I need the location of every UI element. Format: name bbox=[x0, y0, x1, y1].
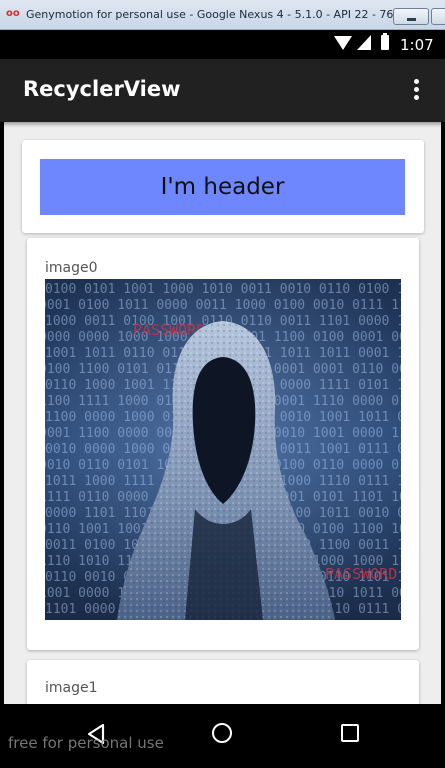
watermark-text: free for personal use bbox=[8, 734, 164, 752]
window-title-bar[interactable]: oo Genymotion for personal use - Google … bbox=[0, 0, 445, 30]
signal-icon bbox=[357, 35, 371, 50]
status-bar bbox=[0, 30, 445, 59]
svg-text:0001 0100 1011 0000 0011 1000: 0001 0100 1011 0000 0011 1000 0100 0010 … bbox=[45, 298, 401, 313]
app-bar: RecyclerView bbox=[0, 59, 445, 122]
header-card: I'm header bbox=[22, 140, 424, 233]
image-label: image1 bbox=[45, 680, 98, 696]
battery-icon bbox=[381, 33, 389, 50]
svg-text:0100 0101 1001 1000 1010 0011: 0100 0101 1001 1000 1010 0011 0010 0110 … bbox=[45, 282, 401, 297]
header-text: I'm header bbox=[160, 174, 285, 200]
hacker-image: 0100 0101 1001 1000 1010 0011 0010 0110 … bbox=[45, 279, 401, 620]
maximize-button[interactable] bbox=[431, 8, 445, 25]
password-word-bottom: PASSWORD bbox=[325, 565, 397, 583]
overflow-menu-button[interactable] bbox=[405, 76, 429, 104]
image-label: image0 bbox=[45, 260, 98, 276]
app-title: RecyclerView bbox=[23, 77, 181, 101]
status-time: 1:07 bbox=[400, 36, 434, 54]
header-banner: I'm header bbox=[40, 159, 405, 215]
recycler-view[interactable]: I'm header image0 0100 0101 1001 1000 10… bbox=[4, 122, 441, 704]
home-icon[interactable] bbox=[212, 723, 232, 743]
list-item[interactable]: image1 bbox=[27, 660, 419, 704]
recents-icon[interactable] bbox=[341, 724, 359, 742]
minimize-icon bbox=[407, 18, 416, 21]
window-title: Genymotion for personal use - Google Nex… bbox=[26, 8, 411, 21]
genymotion-icon: oo bbox=[6, 8, 20, 19]
list-item[interactable]: image0 0100 0101 1001 1000 1010 0011 001… bbox=[27, 238, 419, 650]
minimize-button[interactable] bbox=[393, 8, 429, 25]
overflow-menu-icon bbox=[414, 79, 419, 84]
wifi-icon bbox=[334, 36, 352, 50]
